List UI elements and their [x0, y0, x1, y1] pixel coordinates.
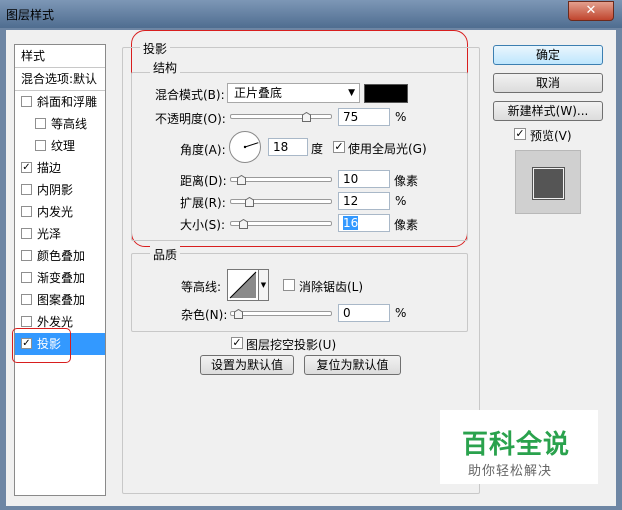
contour-curve-icon	[229, 271, 257, 299]
noise-slider[interactable]	[230, 311, 332, 316]
blend-options-item[interactable]: 混合选项:默认	[15, 68, 105, 90]
global-light-checkbox[interactable]: ✓	[333, 141, 345, 153]
style-item-label: 图案叠加	[37, 293, 86, 307]
window-title: 图层样式	[6, 8, 55, 22]
angle-input[interactable]: 18	[268, 138, 308, 156]
angle-unit: 度	[311, 142, 324, 156]
close-button[interactable]: ✕	[568, 1, 614, 21]
contour-picker[interactable]	[227, 269, 259, 301]
style-item-checkbox[interactable]	[21, 272, 32, 283]
antialias-checkbox[interactable]	[283, 279, 295, 291]
style-list-header[interactable]: 样式	[15, 45, 105, 67]
global-light-label: 使用全局光(G)	[348, 142, 427, 156]
spread-unit: %	[395, 194, 407, 208]
opacity-label: 不透明度(O):	[155, 112, 226, 126]
style-item[interactable]: 渐变叠加	[15, 267, 105, 289]
style-list: 样式 混合选项:默认 斜面和浮雕等高线纹理 ✓ 描边内阴影内发光光泽颜色叠加渐变叠加…	[14, 44, 106, 496]
angle-dial-icon	[229, 131, 261, 163]
opacity-input[interactable]: 75	[338, 108, 390, 126]
style-item[interactable]: 纹理	[15, 135, 105, 157]
style-item-label: 描边	[37, 161, 62, 175]
style-item-label: 斜面和浮雕	[37, 95, 98, 109]
style-item-label: 等高线	[51, 117, 88, 131]
spread-slider-thumb[interactable]	[244, 197, 254, 207]
opacity-unit: %	[395, 110, 407, 124]
style-item-checkbox[interactable]	[35, 140, 46, 151]
antialias-label: 消除锯齿(L)	[299, 280, 364, 294]
style-item[interactable]: 内发光	[15, 201, 105, 223]
distance-label: 距离(D):	[180, 174, 227, 188]
style-item-checkbox[interactable]	[21, 316, 32, 327]
style-item-checkbox[interactable]	[21, 228, 32, 239]
style-item[interactable]: 光泽	[15, 223, 105, 245]
drop-shadow-title: 投影	[140, 40, 171, 57]
style-item-label: 纹理	[51, 139, 76, 153]
style-item[interactable]: 斜面和浮雕	[15, 91, 105, 113]
noise-input[interactable]: 0	[338, 304, 390, 322]
angle-dial[interactable]	[228, 130, 262, 164]
close-icon: ✕	[585, 3, 597, 18]
style-item[interactable]: 等高线	[15, 113, 105, 135]
watermark-subtitle: 助你轻松解决	[468, 464, 553, 479]
contour-dropdown[interactable]: ▼	[259, 269, 269, 301]
knockout-checkbox[interactable]: ✓	[231, 337, 243, 349]
chevron-down-icon: ▼	[260, 281, 267, 289]
style-item[interactable]: 颜色叠加	[15, 245, 105, 267]
knockout-label: 图层挖空投影(U)	[246, 338, 337, 352]
style-item-label: 内阴影	[37, 183, 74, 197]
annotation-circle-shadow-item	[12, 328, 71, 363]
style-item-label: 渐变叠加	[37, 271, 86, 285]
style-item-label: 内发光	[37, 205, 74, 219]
preview-label: 预览(V)	[530, 129, 572, 143]
style-item-checkbox[interactable]: ✓	[21, 162, 32, 173]
size-unit: 像素	[394, 218, 419, 232]
shadow-color-swatch[interactable]	[364, 84, 408, 103]
title-bar[interactable]: 图层样式 ✕	[0, 0, 622, 28]
contour-label: 等高线:	[181, 280, 222, 294]
angle-label: 角度(A):	[180, 143, 226, 157]
reset-default-button[interactable]: 复位为默认值	[304, 355, 401, 375]
blend-mode-label: 混合模式(B):	[155, 88, 225, 102]
distance-unit: 像素	[394, 174, 419, 188]
structure-title: 结构	[150, 59, 181, 76]
distance-input[interactable]: 10	[338, 170, 390, 188]
style-item[interactable]: 内阴影	[15, 179, 105, 201]
cancel-button[interactable]: 取消	[493, 73, 603, 93]
distance-slider-thumb[interactable]	[236, 175, 246, 185]
watermark-title: 百科全说	[462, 430, 571, 460]
noise-slider-thumb[interactable]	[234, 309, 243, 319]
ok-button[interactable]: 确定	[493, 45, 603, 65]
style-item[interactable]: 图案叠加	[15, 289, 105, 311]
spread-input[interactable]: 12	[338, 192, 390, 210]
noise-label: 杂色(N):	[181, 308, 228, 322]
style-item-checkbox[interactable]	[21, 250, 32, 261]
style-item-checkbox[interactable]	[21, 96, 32, 107]
chevron-down-icon: ▼	[348, 88, 355, 98]
new-style-button[interactable]: 新建样式(W)...	[493, 101, 603, 121]
blend-mode-select[interactable]: 正片叠底 ▼	[227, 83, 360, 103]
size-label: 大小(S):	[180, 218, 226, 232]
opacity-slider[interactable]	[230, 114, 332, 119]
preview-checkbox[interactable]: ✓	[514, 128, 526, 140]
make-default-button[interactable]: 设置为默认值	[200, 355, 294, 375]
size-slider-thumb[interactable]	[239, 219, 249, 229]
style-item-checkbox[interactable]	[35, 118, 46, 129]
style-item-checkbox[interactable]	[21, 294, 32, 305]
style-preview-swatch	[533, 168, 564, 199]
style-item-checkbox[interactable]	[21, 184, 32, 195]
style-item-label: 颜色叠加	[37, 249, 86, 263]
size-input[interactable]: 16	[338, 214, 390, 232]
spread-label: 扩展(R):	[180, 196, 226, 210]
style-item-label: 光泽	[37, 227, 62, 241]
quality-title: 品质	[150, 246, 181, 263]
style-item[interactable]: ✓ 描边	[15, 157, 105, 179]
noise-unit: %	[395, 306, 407, 320]
style-item-checkbox[interactable]	[21, 206, 32, 217]
opacity-slider-thumb[interactable]	[301, 112, 311, 122]
